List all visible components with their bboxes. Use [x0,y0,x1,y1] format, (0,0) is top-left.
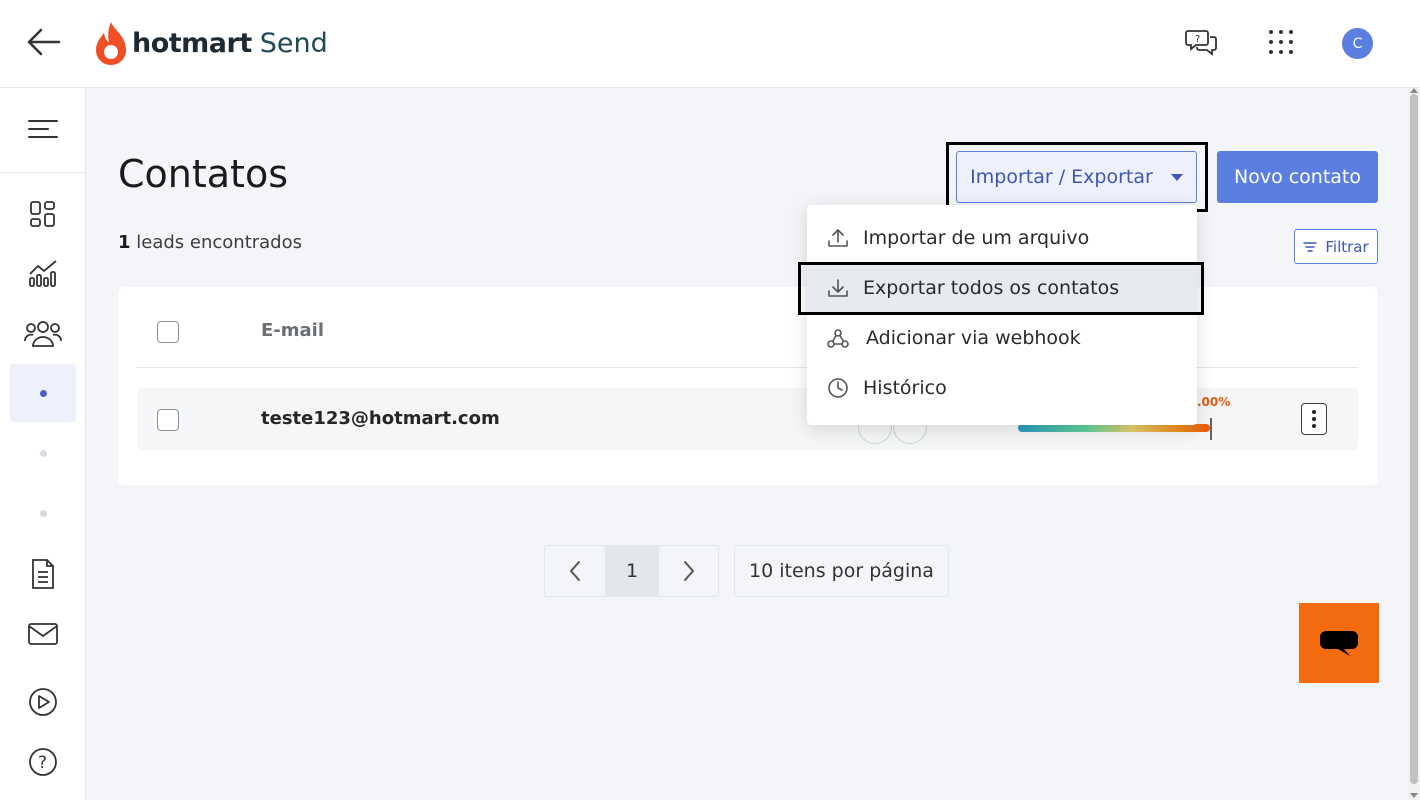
user-avatar[interactable]: C [1342,28,1373,59]
row-email[interactable]: teste123@hotmart.com [261,408,500,429]
dot-icon [39,509,47,517]
active-dot-icon [39,389,47,397]
previous-page-chevron-icon[interactable] [545,546,605,596]
lead-score-bar [1018,424,1210,432]
apps-grid-icon[interactable] [1263,24,1299,60]
pagination: 1 [544,545,719,597]
menu-item-webhook[interactable]: Adicionar via webhook [807,313,1197,363]
sidebar-item-play[interactable] [10,673,76,731]
product-name: Send [259,27,328,59]
sidebar-item-help[interactable]: ? [10,733,76,791]
menu-item-label: Histórico [863,377,947,399]
sidebar-item-sub-3[interactable] [10,484,76,542]
top-header: hotmart Send ? C [0,0,1420,88]
sidebar-item-dashboard[interactable] [10,185,76,243]
lead-score-marker [1210,418,1212,440]
sidebar-item-sub-2[interactable] [10,424,76,482]
sidebar-item-contacts[interactable] [10,304,76,362]
column-header-email[interactable]: E-mail [261,320,324,341]
chat-help-icon[interactable]: ? [1184,24,1220,60]
menu-item-label: Exportar todos os contatos [863,277,1120,299]
lead-score-percent: .00% [1197,395,1231,409]
back-arrow-icon[interactable] [24,22,64,62]
filter-label: Filtrar [1325,237,1369,256]
help-icon: ? [29,748,57,776]
email-icon [28,623,58,645]
leads-count-number: 1 [118,232,131,253]
filter-button[interactable]: Filtrar [1294,229,1378,264]
page-title: Contatos [118,152,288,196]
chat-widget-button[interactable] [1299,603,1379,683]
import-export-button[interactable]: Importar / Exportar [956,151,1197,203]
items-per-page-select[interactable]: 10 itens por página [734,545,949,597]
document-icon [32,559,54,589]
hotmart-flame-icon [96,22,126,65]
leads-count: 1 leads encontrados [118,232,302,253]
sidebar-divider [0,172,86,173]
sidebar-item-documents[interactable] [10,545,76,603]
row-actions-kebab-icon[interactable] [1301,403,1327,435]
sidebar: ? [0,88,86,800]
menu-toggle-icon[interactable] [26,114,60,144]
menu-item-history[interactable]: Histórico [807,363,1197,413]
caret-down-icon [1170,173,1183,181]
svg-text:?: ? [38,753,47,773]
new-contact-button[interactable]: Novo contato [1217,151,1378,203]
hotmart-send-logo[interactable]: hotmart Send [94,18,328,68]
menu-item-label: Importar de um arquivo [863,227,1090,249]
select-all-checkbox[interactable] [157,321,179,343]
brand-name: hotmart [132,27,252,59]
sidebar-item-email[interactable] [10,605,76,663]
page-number[interactable]: 1 [605,546,659,596]
menu-item-label: Adicionar via webhook [866,327,1081,349]
contacts-icon [24,321,62,347]
play-icon [29,688,57,716]
webhook-icon [826,326,850,350]
dot-icon [39,449,47,457]
filter-icon [1303,241,1318,252]
import-export-dropdown: Importar de um arquivo Exportar todos os… [807,205,1197,425]
menu-item-export-all[interactable]: Exportar todos os contatos [807,263,1197,313]
leads-count-label: leads encontrados [136,232,303,253]
dashboard-icon [30,201,55,227]
scroll-up-icon[interactable] [1410,88,1418,93]
clock-icon [826,376,850,400]
download-icon [826,276,850,300]
row-checkbox[interactable] [157,409,179,431]
sidebar-item-analytics[interactable] [10,244,76,302]
scrollbar-thumb[interactable] [1410,94,1418,784]
import-export-label: Importar / Exportar [970,166,1153,188]
upload-icon [826,226,850,250]
svg-text:?: ? [1195,34,1200,45]
menu-item-import-file[interactable]: Importar de um arquivo [807,213,1197,263]
chat-bubble-icon [1320,631,1358,656]
scroll-down-icon[interactable] [1410,793,1418,798]
analytics-icon [29,260,57,287]
sidebar-item-contacts-list[interactable] [10,364,76,422]
next-page-chevron-icon[interactable] [659,546,719,596]
page-scrollbar[interactable] [1408,88,1420,800]
